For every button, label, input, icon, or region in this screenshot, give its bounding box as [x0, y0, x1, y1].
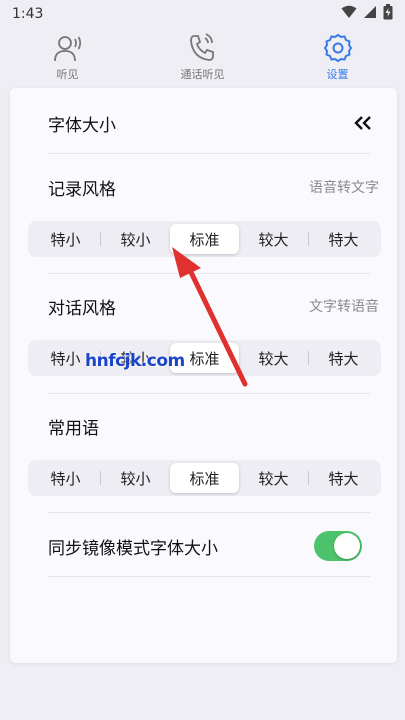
seg-option-selected[interactable]: 标准 [170, 463, 239, 493]
toggle-knob [334, 533, 360, 559]
phone-sound-icon [187, 32, 219, 64]
divider [48, 576, 370, 577]
tab-listen-label: 听见 [56, 68, 79, 81]
font-size-title: 字体大小 [48, 115, 116, 136]
status-icons [341, 4, 393, 24]
gear-icon [322, 32, 354, 64]
tab-call-listen[interactable]: 通话听见 [135, 28, 270, 84]
mirror-sync-label: 同步镜像模式字体大小 [48, 538, 218, 559]
seg-option[interactable]: 特大 [309, 463, 378, 493]
record-style-title: 记录风格 [48, 179, 116, 200]
divider [48, 512, 370, 513]
font-size-header: 字体大小 [28, 108, 379, 138]
seg-option[interactable]: 特小 [31, 463, 100, 493]
seg-option[interactable]: 较大 [239, 343, 308, 373]
divider [48, 153, 370, 154]
seg-option[interactable]: 较小 [101, 463, 170, 493]
font-size-panel: 字体大小 记录风格 语音转文字 特小 较小 标准 较大 特大 对话风格 文字转语… [10, 88, 397, 663]
tab-call-listen-label: 通话听见 [180, 68, 225, 81]
seg-option[interactable]: 特小 [31, 224, 100, 254]
tab-listen[interactable]: 听见 [0, 28, 135, 84]
status-time: 1:43 [12, 6, 44, 22]
seg-option[interactable]: 特大 [309, 224, 378, 254]
common-phrases-title: 常用语 [48, 418, 99, 439]
top-tab-bar: 听见 通话听见 设置 [0, 28, 405, 84]
dialog-style-subtitle: 文字转语音 [309, 299, 379, 315]
seg-option[interactable]: 较大 [239, 463, 308, 493]
record-style-subtitle: 语音转文字 [309, 180, 379, 196]
mirror-sync-toggle[interactable] [314, 531, 362, 561]
seg-option[interactable]: 较小 [101, 224, 170, 254]
watermark-text: hnfcjk.com [85, 351, 185, 371]
record-style-segmented-control: 特小 较小 标准 较大 特大 [28, 221, 381, 257]
person-sound-icon [52, 32, 84, 64]
signal-icon [363, 5, 377, 23]
dialog-style-title: 对话风格 [48, 298, 116, 319]
dialog-style-row: 对话风格 文字转语音 [28, 291, 379, 321]
record-style-row: 记录风格 语音转文字 [28, 172, 379, 202]
divider [48, 393, 370, 394]
battery-icon [383, 4, 393, 24]
seg-option[interactable]: 较大 [239, 224, 308, 254]
status-bar: 1:43 [0, 0, 405, 28]
wifi-icon [341, 5, 357, 23]
divider [48, 273, 370, 274]
double-chevron-left-icon[interactable] [353, 109, 373, 137]
seg-option[interactable]: 特大 [309, 343, 378, 373]
tab-settings[interactable]: 设置 [270, 28, 405, 84]
dialog-style-segmented-control: 特小 较小 标准 较大 特大 [28, 340, 381, 376]
common-phrases-row: 常用语 [28, 411, 379, 441]
common-phrases-segmented-control: 特小 较小 标准 较大 特大 [28, 460, 381, 496]
tab-settings-label: 设置 [326, 68, 349, 81]
seg-option-selected[interactable]: 标准 [170, 224, 239, 254]
